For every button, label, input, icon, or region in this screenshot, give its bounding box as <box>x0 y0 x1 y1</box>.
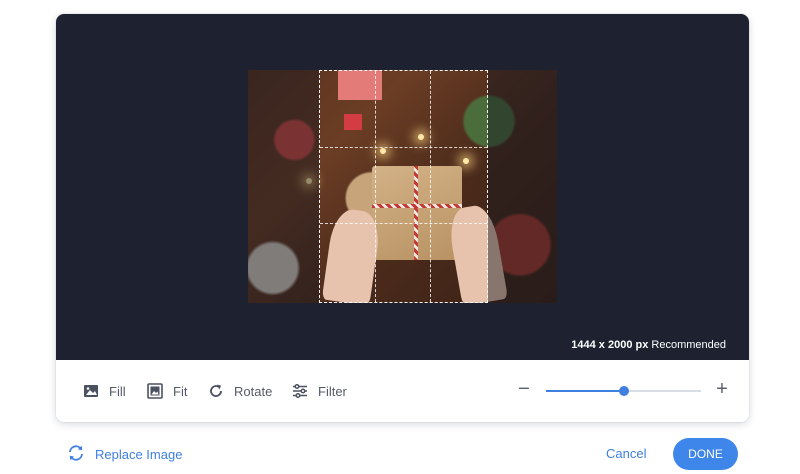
replace-image-button[interactable]: Replace Image <box>67 444 182 465</box>
photo-preview[interactable] <box>248 70 557 303</box>
zoom-slider[interactable] <box>546 386 701 396</box>
fit-label: Fit <box>173 383 188 399</box>
recommended-size-suffix: Recommended <box>651 339 726 351</box>
zoom-slider-thumb[interactable] <box>618 386 629 396</box>
zoom-out-button[interactable]: − <box>516 379 532 400</box>
crop-grid-line <box>430 71 432 302</box>
rotate-button[interactable]: Rotate <box>208 380 272 402</box>
rotate-icon <box>208 383 224 399</box>
crop-mask-right <box>488 70 557 303</box>
fill-button[interactable]: Fill <box>83 380 126 402</box>
cancel-button[interactable]: Cancel <box>606 446 646 461</box>
fit-button[interactable]: Fit <box>147 380 187 402</box>
zoom-in-button[interactable]: + <box>714 379 730 400</box>
refresh-icon <box>67 444 85 465</box>
recommended-size-value: 1444 x 2000 px <box>571 339 649 351</box>
crop-grid-line <box>320 223 487 225</box>
done-button[interactable]: DONE <box>673 438 738 470</box>
recommended-size-note: 1444 x 2000 px Recommended <box>571 339 726 351</box>
image-stage: 1444 x 2000 px Recommended <box>56 14 749 360</box>
crop-grid-line <box>375 71 377 302</box>
image-fill-icon <box>83 383 99 399</box>
crop-grid-line <box>320 147 487 149</box>
fill-label: Fill <box>109 383 126 399</box>
crop-frame[interactable] <box>319 70 488 303</box>
rotate-label: Rotate <box>234 383 273 399</box>
filter-label: Filter <box>318 383 347 399</box>
editor-toolbar: Fill Fit Rotate Filter − + <box>56 360 749 422</box>
replace-image-label: Replace Image <box>95 447 183 462</box>
image-editor-card: 1444 x 2000 px Recommended Fill Fit Rota… <box>56 14 749 422</box>
image-fit-icon <box>147 383 163 399</box>
sliders-filter-icon <box>292 383 308 399</box>
zoom-slider-fill <box>546 390 624 392</box>
crop-mask-left <box>248 70 319 303</box>
filter-button[interactable]: Filter <box>292 380 347 402</box>
